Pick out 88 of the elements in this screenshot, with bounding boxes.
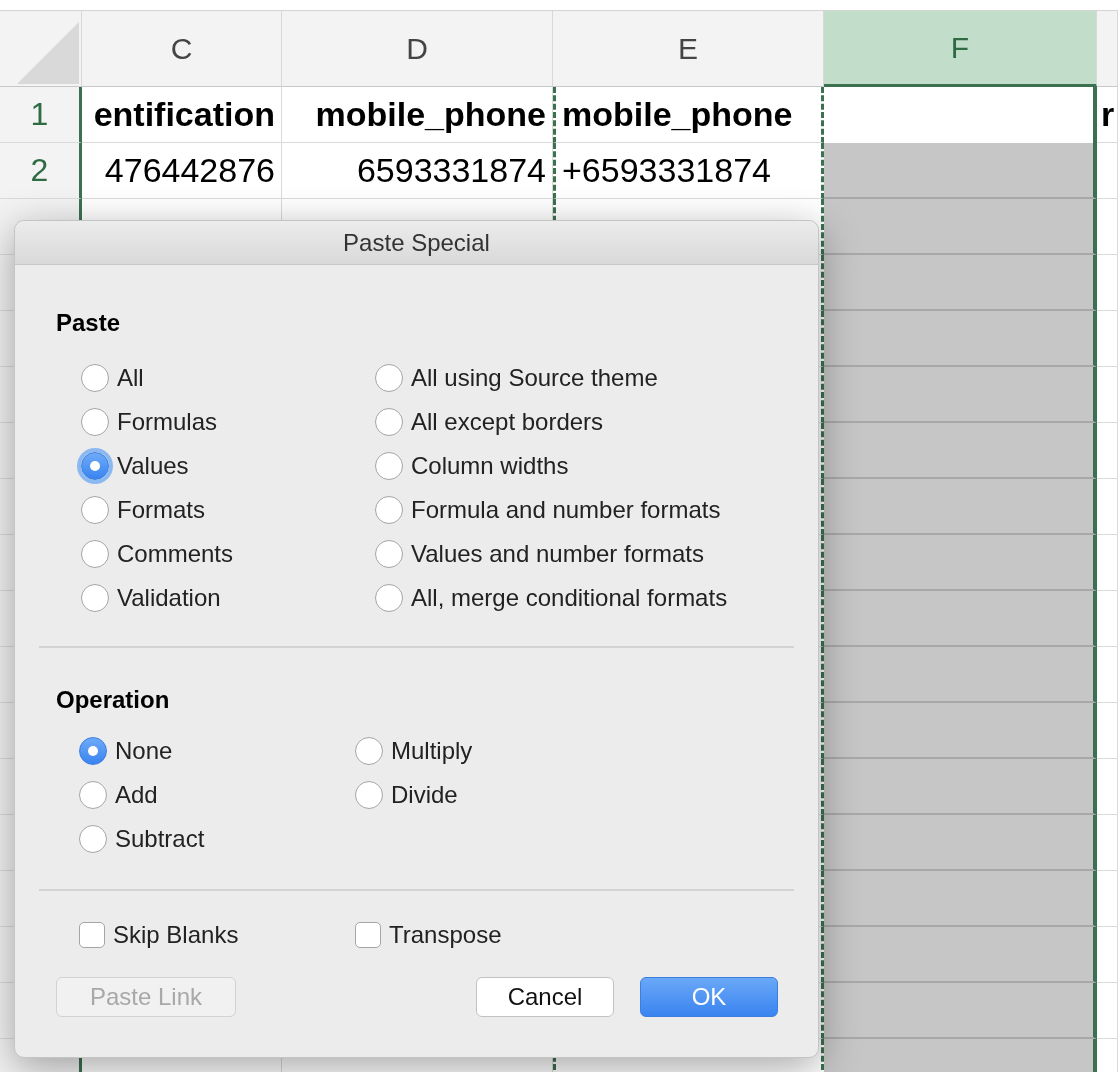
option-label: Comments: [117, 540, 234, 568]
dialog-button[interactable]: Cancel: [476, 977, 614, 1017]
radio-button[interactable]: [375, 540, 403, 568]
row-number: 2: [0, 143, 82, 199]
radio-option[interactable]: All, merge conditional formats: [375, 576, 795, 620]
table-cell: 6593331874: [282, 143, 553, 199]
table-cell: [1097, 423, 1118, 479]
radio-option[interactable]: All: [81, 356, 375, 400]
table-cell: r: [1097, 87, 1118, 143]
table-cell: [1097, 647, 1118, 703]
table-cell: [1097, 759, 1118, 815]
option-label: Formats: [117, 496, 205, 524]
radio-option[interactable]: Values: [81, 444, 375, 488]
radio-option[interactable]: Subtract: [79, 817, 355, 861]
radio-option[interactable]: All except borders: [375, 400, 795, 444]
table-cell: [1097, 311, 1118, 367]
radio-button[interactable]: [79, 825, 107, 853]
radio-button[interactable]: [79, 781, 107, 809]
section-heading: Paste: [56, 309, 122, 337]
checkbox-label: Transpose: [389, 921, 502, 949]
radio-option[interactable]: Formulas: [81, 400, 375, 444]
radio-option[interactable]: Divide: [355, 773, 655, 817]
option-label: Add: [115, 781, 158, 809]
radio-button[interactable]: [355, 737, 383, 765]
radio-option[interactable]: None: [79, 729, 355, 773]
row-number: 1: [0, 87, 82, 143]
option-label: Column widths: [411, 452, 569, 480]
option-label: All, merge conditional formats: [411, 584, 728, 612]
table-cell: [1097, 815, 1118, 871]
option-label: Multiply: [391, 737, 473, 765]
column-header[interactable]: D: [282, 11, 553, 87]
radio-button[interactable]: [81, 584, 109, 612]
column-header[interactable]: C: [82, 11, 282, 87]
checkbox-label: Skip Blanks: [113, 921, 239, 949]
radio-option[interactable]: Column widths: [375, 444, 795, 488]
radio-button[interactable]: [375, 408, 403, 436]
radio-button[interactable]: [355, 781, 383, 809]
column-header[interactable]: F: [824, 11, 1097, 87]
option-label: All using Source theme: [411, 364, 658, 392]
option-label: Divide: [391, 781, 458, 809]
radio-option[interactable]: All using Source theme: [375, 356, 795, 400]
table-cell: [1097, 199, 1118, 255]
radio-option[interactable]: Multiply: [355, 729, 655, 773]
radio-button[interactable]: [81, 496, 109, 524]
option-label: Subtract: [115, 825, 205, 853]
table-cell: mobile_phone: [282, 87, 553, 143]
option-label: Formulas: [117, 408, 218, 436]
table-cell: [1097, 703, 1118, 759]
table-cell: [1097, 535, 1118, 591]
table-cell: [1097, 367, 1118, 423]
radio-button[interactable]: [81, 408, 109, 436]
radio-option[interactable]: Validation: [81, 576, 375, 620]
checkbox[interactable]: [355, 922, 381, 948]
radio-option[interactable]: Values and number formats: [375, 532, 795, 576]
select-all-icon[interactable]: [16, 21, 79, 84]
option-label: Validation: [117, 584, 221, 612]
table-cell: [1097, 255, 1118, 311]
radio-option[interactable]: Add: [79, 773, 355, 817]
column-header[interactable]: [1097, 11, 1118, 87]
option-label: Values: [117, 452, 189, 480]
radio-button[interactable]: [375, 496, 403, 524]
table-cell: [1097, 927, 1118, 983]
dialog-title: Paste Special: [343, 228, 490, 257]
table-cell: 476442876: [82, 143, 282, 199]
radio-button[interactable]: [375, 364, 403, 392]
table-cell: [1097, 143, 1118, 199]
option-label: Values and number formats: [411, 540, 705, 568]
table-cell: [1097, 479, 1118, 535]
table-cell: [1097, 983, 1118, 1039]
radio-button[interactable]: [79, 737, 107, 765]
radio-button[interactable]: [81, 540, 109, 568]
table-cell: [1097, 591, 1118, 647]
table-cell: [1097, 871, 1118, 927]
column-header[interactable]: E: [553, 11, 824, 87]
radio-button[interactable]: [375, 584, 403, 612]
section-heading: Operation: [56, 686, 171, 714]
radio-button[interactable]: [81, 364, 109, 392]
radio-button[interactable]: [375, 452, 403, 480]
radio-option[interactable]: Formula and number formats: [375, 488, 795, 532]
option-label: All except borders: [411, 408, 604, 436]
radio-option[interactable]: Comments: [81, 532, 375, 576]
option-label: All: [117, 364, 144, 392]
option-label: Formula and number formats: [411, 496, 721, 524]
checkbox[interactable]: [79, 922, 105, 948]
table-cell: entification: [82, 87, 282, 143]
radio-button[interactable]: [81, 452, 109, 480]
radio-option[interactable]: Formats: [81, 488, 375, 532]
option-label: None: [115, 737, 173, 765]
